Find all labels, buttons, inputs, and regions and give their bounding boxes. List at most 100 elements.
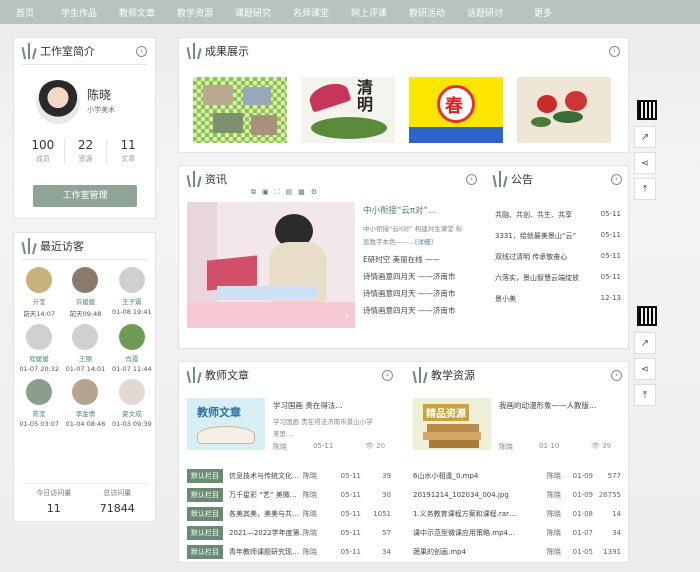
resource-row[interactable]: 20191214_102034_004.jpg 陈晓 01-09 26755 [413,485,621,504]
visitor-name[interactable]: 许媛媛 [62,296,108,306]
visitor-item[interactable]: 亓莹 前天14:07 [16,267,62,318]
resource-title[interactable]: 6山水小相逢_0.mp4 [413,471,531,481]
resource-feat-title[interactable]: 我画的动漫形象——人教版… [499,400,621,411]
nav-topics[interactable]: 话题研讨 [456,6,514,19]
artwork-thumb-3[interactable]: 春 [409,77,503,143]
resource-row[interactable]: 6山水小相逢_0.mp4 陈晓 01-09 577 [413,466,621,485]
category-badge[interactable]: 默认栏目 [187,544,223,559]
news-item-2[interactable]: 诗情画意四月天 ——济南市 [363,271,481,282]
notice-text[interactable]: 六落实，景山智慧云端绽放 [495,273,595,294]
nav-teacher-articles[interactable]: 教师文章 [108,6,166,19]
more-icon[interactable]: › [466,173,477,185]
artwork-thumb-1[interactable] [193,77,287,143]
nav-activities[interactable]: 教研活动 [398,6,456,19]
nav-classroom[interactable]: 名师课堂 [282,6,340,19]
share-icon[interactable]: ⋖ [634,358,656,380]
news-detail-link[interactable]: [详细] [415,238,433,246]
visitor-avatar[interactable] [118,267,145,293]
article-row[interactable]: 默认栏目 各美其美，美美与共… 陈晓 05-11 1051 [187,504,399,523]
visitor-avatar[interactable] [118,379,145,405]
article-title[interactable]: 2021—2022学年度第… [229,528,303,538]
notice-item[interactable]: 六落实，景山智慧云端绽放 05-11 [495,273,621,294]
settings-icon[interactable]: ⚙ [311,188,317,200]
more-icon[interactable]: › [611,173,622,185]
resource-row[interactable]: 蔬果的创画.mp4 陈晓 01-05 1391 [413,542,621,561]
notice-text[interactable]: 景小美 [495,294,595,315]
resource-title[interactable]: 20191214_102034_004.jpg [413,491,531,499]
nav-resources[interactable]: 教学资源 [166,6,224,19]
back-to-top-icon[interactable]: ⤒ [634,178,656,200]
qr-code-icon[interactable] [637,100,657,120]
visitor-item[interactable]: 王丽 01-07 14:01 [62,324,108,373]
more-icon[interactable]: › [611,369,622,381]
share-external-icon[interactable]: ↗ [634,332,656,354]
nav-research[interactable]: 课题研究 [224,6,282,19]
visitor-name[interactable]: 夏文成 [109,408,155,418]
resource-title[interactable]: 蔬果的创画.mp4 [413,547,531,557]
notice-item[interactable]: 3331，绘就最美景山“云” 05-11 [495,231,621,252]
visitor-avatar[interactable] [72,324,99,350]
share-external-icon[interactable]: ↗ [634,126,656,148]
fullscreen-icon[interactable]: ⛶ [275,188,280,200]
visitor-name[interactable]: 程媛媛 [16,353,62,363]
resource-title[interactable]: 1.义务教育课程方案和课程.rar… [413,509,531,519]
visitor-item[interactable]: 李金倩 01-04 08:46 [62,379,108,428]
artwork-thumb-2[interactable]: 清明 [301,77,395,143]
visitor-name[interactable]: 王丽 [62,353,108,363]
visitor-name[interactable]: 陈莹 [16,408,62,418]
visitor-avatar[interactable] [72,379,99,405]
news-headline[interactable]: 中小衔接“云π对”… [363,204,479,216]
resources-thumb[interactable]: 精品资源 [413,398,491,450]
visitor-item[interactable]: 夏文成 01-03 09:39 [109,379,155,428]
category-badge[interactable]: 默认栏目 [187,487,223,502]
article-title[interactable]: 信息技术与传统文化… [229,471,303,481]
article-feat-title[interactable]: 学习国画 贵在得法… [273,400,391,411]
visitor-avatar[interactable] [72,267,99,293]
news-item-4[interactable]: 诗情画意四月天 ——济南市 [363,305,481,316]
visitor-item[interactable]: 王子震 01-08 19:41 [109,267,155,318]
qr-code-icon[interactable] [637,306,657,326]
nav-more[interactable]: 更多 [514,6,572,19]
share-icon[interactable]: ⋖ [634,152,656,174]
visitor-item[interactable]: 陈莹 01-05 03:07 [16,379,62,428]
resource-row[interactable]: 1.义务教育课程方案和课程.rar… 陈晓 01-08 14 [413,504,621,523]
visitor-item[interactable]: 许媛媛 前天09:48 [62,267,108,318]
category-badge[interactable]: 默认栏目 [187,525,223,540]
article-title[interactable]: 万千星彩 “艺” 美微… [229,490,303,500]
visitor-item[interactable]: 肖霞 01-07 11:44 [109,324,155,373]
article-title[interactable]: 各美其美，美美与共… [229,509,303,519]
nav-online-review[interactable]: 网上评课 [340,6,398,19]
article-row[interactable]: 默认栏目 万千星彩 “艺” 美微… 陈晓 05-11 30 [187,485,399,504]
article-row[interactable]: 默认栏目 2021—2022学年度第… 陈晓 05-11 57 [187,523,399,542]
news-photo[interactable]: › [187,202,355,328]
save-icon[interactable]: ▤ [286,188,293,200]
article-row[interactable]: 默认栏目 青年教师课题研究现… 陈晓 05-11 34 [187,542,399,561]
more-icon[interactable]: › [609,45,620,57]
notice-item[interactable]: 景小美 12-13 [495,294,621,315]
news-item-1[interactable]: E研时空 美丽在线 —— [363,254,481,265]
resource-title[interactable]: 课中示范型微课应用策略.mp4… [413,528,531,538]
visitor-name[interactable]: 王子震 [109,296,155,306]
notice-text[interactable]: 3331，绘就最美景山“云” [495,231,595,252]
category-badge[interactable]: 默认栏目 [187,468,223,483]
articles-thumb[interactable]: 教师文章 [187,398,265,450]
copy-icon[interactable]: ⧉ [251,188,256,200]
resource-row[interactable]: 课中示范型微课应用策略.mp4… 陈晓 01-07 34 [413,523,621,542]
manage-button[interactable]: 工作室管理 [33,185,137,207]
article-title[interactable]: 青年教师课题研究现… [229,547,303,557]
notice-item[interactable]: 双线过清明 传承敬奋心 05-11 [495,252,621,273]
notice-text[interactable]: 双线过清明 传承敬奋心 [495,252,595,273]
more-icon[interactable]: › [136,45,147,57]
visitor-name[interactable]: 肖霞 [109,353,155,363]
image-icon[interactable]: ▦ [298,188,305,200]
visitor-name[interactable]: 李金倩 [62,408,108,418]
category-badge[interactable]: 默认栏目 [187,506,223,521]
more-icon[interactable]: › [382,369,393,381]
artwork-thumb-4[interactable] [517,77,611,143]
notice-item[interactable]: 共融、共创、共生、共享 05-11 [495,210,621,231]
article-row[interactable]: 默认栏目 信息技术与传统文化… 陈晓 05-11 39 [187,466,399,485]
visitor-avatar[interactable] [26,324,53,350]
visitor-name[interactable]: 亓莹 [16,296,62,306]
visitor-avatar[interactable] [26,379,53,405]
back-to-top-icon[interactable]: ⤒ [634,384,656,406]
